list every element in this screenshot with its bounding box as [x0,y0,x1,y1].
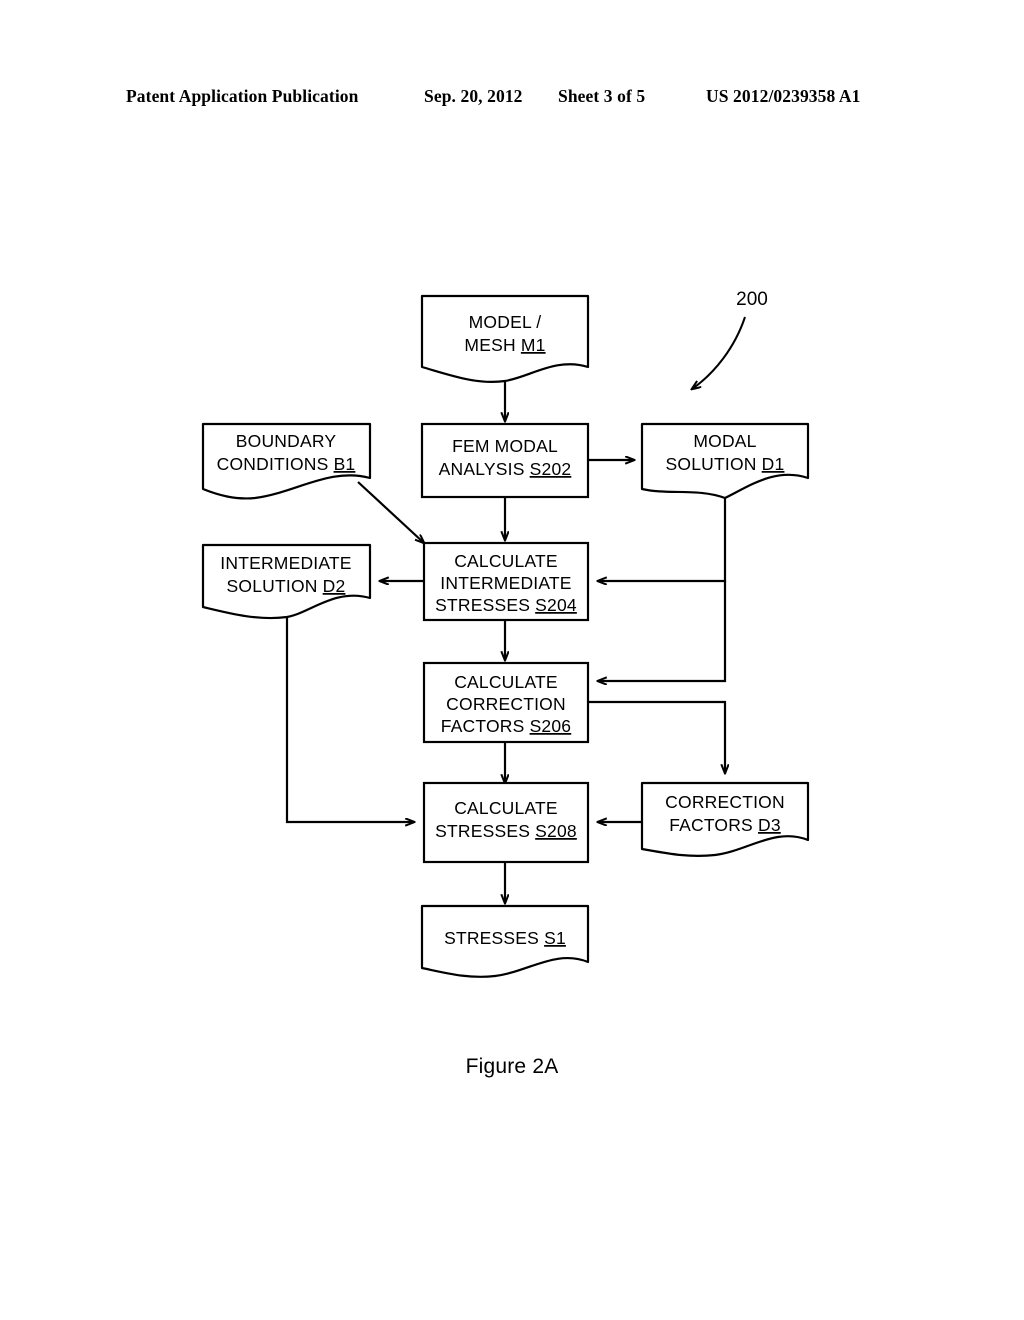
model-mesh-ref: M1 [521,335,546,355]
calculate-stresses-ref: S208 [535,821,577,841]
fem-modal-analysis-line2-text: ANALYSIS [439,459,530,479]
node-modal-solution[interactable]: MODAL SOLUTION D1 [640,422,810,500]
model-mesh-line2: MESH M1 [464,335,545,355]
calculate-correction-factors-ref: S206 [530,716,572,736]
calculate-intermediate-stresses-line1: CALCULATE [454,551,558,571]
calculate-correction-factors-line2: CORRECTION [446,694,566,714]
calculate-intermediate-stresses-ref: S204 [535,595,577,615]
calculate-correction-factors-line3: FACTORS S206 [441,716,571,736]
intermediate-solution-line2: SOLUTION D2 [227,576,346,596]
correction-factors-line1: CORRECTION [665,792,785,812]
calculate-stresses-line1: CALCULATE [454,798,558,818]
calculate-intermediate-stresses-line3-text: STRESSES [435,595,535,615]
header-publication-label: Patent Application Publication [126,86,359,106]
intermediate-solution-ref: D2 [323,576,346,596]
model-mesh-line2-text: MESH [464,335,520,355]
boundary-conditions-line2-text: CONDITIONS [217,454,334,474]
patent-figure-page: Patent Application Publication Sep. 20, … [0,0,1024,1320]
node-model-mesh[interactable]: MODEL / MESH M1 [420,294,590,383]
fem-modal-analysis-ref: S202 [530,459,572,479]
connector-boundary-to-intermediate-stresses [357,481,424,543]
calculate-stresses-line2: STRESSES S208 [435,821,577,841]
modal-solution-line2-text: SOLUTION [666,454,762,474]
fem-modal-analysis-line1: FEM MODAL [452,436,558,456]
flowchart-svg: 200 MODEL / MESH M1 BOUNDARY CONDITIONS … [201,289,810,978]
calculate-intermediate-stresses-line3: STRESSES S204 [435,595,577,615]
intermediate-solution-line1: INTERMEDIATE [220,553,351,573]
calculate-correction-factors-line1: CALCULATE [454,672,558,692]
node-calculate-stresses[interactable]: CALCULATE STRESSES S208 [422,781,590,864]
reference-numeral-leader-arrow [692,316,746,389]
intermediate-solution-line2-text: SOLUTION [227,576,323,596]
stresses-line1-text: STRESSES [444,928,544,948]
node-calculate-intermediate-stresses[interactable]: CALCULATE INTERMEDIATE STRESSES S204 [422,541,590,622]
node-fem-modal-analysis[interactable]: FEM MODAL ANALYSIS S202 [420,422,590,499]
node-intermediate-solution[interactable]: INTERMEDIATE SOLUTION D2 [201,543,372,620]
stresses-line1: STRESSES S1 [444,928,566,948]
modal-solution-line2: SOLUTION D1 [666,454,785,474]
calculate-correction-factors-line3-text: FACTORS [441,716,530,736]
flowchart-figure: 200 MODEL / MESH M1 BOUNDARY CONDITIONS … [0,255,1024,1015]
header-patent-number: US 2012/0239358 A1 [706,86,861,106]
header-sheet-label: Sheet 3 of 5 [558,86,646,106]
calculate-intermediate-stresses-line2: INTERMEDIATE [440,573,571,593]
connector-modal-solution-to-correction-factors-step [598,581,727,681]
node-boundary-conditions[interactable]: BOUNDARY CONDITIONS B1 [201,422,372,500]
modal-solution-ref: D1 [762,454,785,474]
fem-modal-analysis-line2: ANALYSIS S202 [439,459,572,479]
node-calculate-correction-factors[interactable]: CALCULATE CORRECTION FACTORS S206 [422,661,590,744]
stresses-ref: S1 [544,928,566,948]
node-correction-factors-doc[interactable]: CORRECTION FACTORS D3 [640,781,810,858]
correction-factors-ref: D3 [758,815,781,835]
boundary-conditions-line2: CONDITIONS B1 [217,454,356,474]
publication-header: Patent Application Publication Sep. 20, … [0,86,1024,114]
connector-correction-step-to-correction-factors-doc [588,700,725,773]
boundary-conditions-line1: BOUNDARY [236,431,337,451]
modal-solution-line1: MODAL [693,431,756,451]
boundary-conditions-ref: B1 [334,454,356,474]
header-date-label: Sep. 20, 2012 [424,86,523,106]
correction-factors-line2: FACTORS D3 [669,815,781,835]
model-mesh-line1: MODEL / [469,312,542,332]
figure-caption: Figure 2A [465,1055,559,1078]
connector-modal-solution-to-intermediate-stresses [598,498,727,581]
calculate-stresses-line2-text: STRESSES [435,821,535,841]
node-stresses[interactable]: STRESSES S1 [420,904,590,978]
reference-numeral-200: 200 [736,289,768,310]
correction-factors-line2-text: FACTORS [669,815,758,835]
connector-intermediate-solution-to-calculate-stresses [285,617,414,822]
